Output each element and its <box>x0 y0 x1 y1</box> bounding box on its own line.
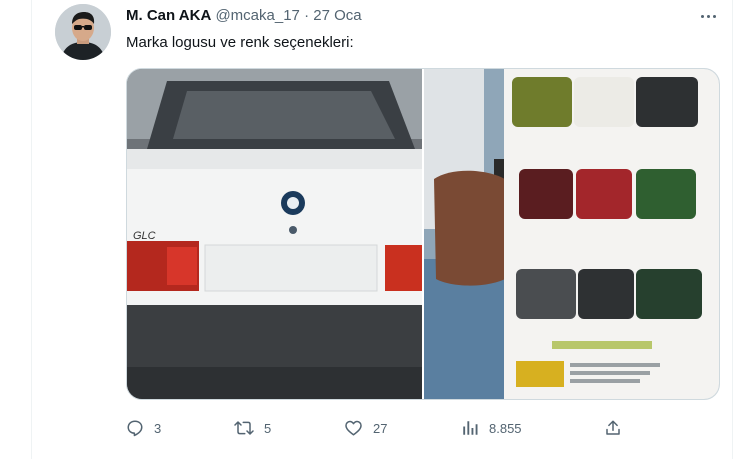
tweet-header: M. Can AKA @mcaka_17 · 27 Oca <box>126 6 362 26</box>
reply-button[interactable]: 3 <box>126 416 161 440</box>
views-icon <box>463 421 478 435</box>
tweet-actions: 3 5 27 8.855 <box>126 416 626 440</box>
tweet-media[interactable]: GLC <box>126 68 720 400</box>
more-dot-icon <box>700 14 704 18</box>
retweet-button[interactable]: 5 <box>234 416 271 440</box>
retweet-icon <box>234 421 254 435</box>
author-name[interactable]: M. Can AKA <box>126 7 211 24</box>
reply-count: 3 <box>154 420 162 436</box>
views-button[interactable]: 8.855 <box>461 416 522 440</box>
like-count: 27 <box>373 420 388 436</box>
svg-text:GLC: GLC <box>133 230 156 242</box>
brochure-photo[interactable] <box>424 69 719 399</box>
left-frame <box>0 0 32 459</box>
car-thumbnails <box>512 77 702 319</box>
car-rear-photo-icon: GLC <box>127 69 422 399</box>
more-dot-icon <box>706 14 710 18</box>
author-handle[interactable]: @mcaka_17 <box>215 7 299 24</box>
like-button[interactable]: 27 <box>344 416 387 440</box>
more-options-button[interactable] <box>695 6 721 26</box>
car-rear-photo[interactable]: GLC <box>127 69 422 399</box>
brochure-photo-icon <box>424 69 719 399</box>
tweet-text: Marka logusu ve renk seçenekleri: <box>126 34 354 51</box>
right-frame <box>732 0 750 459</box>
reply-icon <box>127 420 143 437</box>
heart-icon <box>345 420 362 436</box>
share-button[interactable] <box>604 416 622 440</box>
tweet-date[interactable]: 27 Oca <box>313 7 361 24</box>
retweet-count: 5 <box>264 420 272 436</box>
share-icon <box>606 420 620 435</box>
tweet[interactable]: M. Can AKA @mcaka_17 · 27 Oca Marka logu… <box>33 0 731 459</box>
avatar[interactable] <box>55 4 111 60</box>
profile-photo-icon <box>55 4 111 60</box>
more-dot-icon <box>712 14 716 18</box>
separator-dot: · <box>304 7 310 24</box>
views-count: 8.855 <box>489 420 522 436</box>
